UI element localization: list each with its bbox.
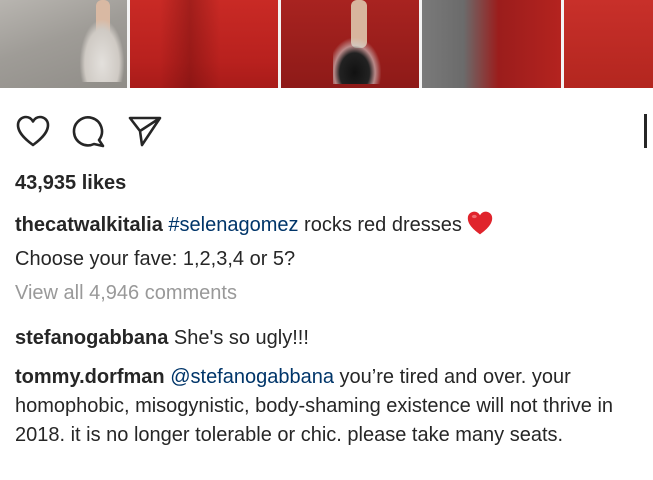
black-shoe-image xyxy=(333,38,381,84)
photo-panel-2 xyxy=(129,0,278,88)
comment-button[interactable] xyxy=(70,112,108,150)
photo-panel-1 xyxy=(0,0,127,88)
heart-outline-icon xyxy=(16,115,50,147)
comment-item: tommy.dorfman @stefanogabbana you’re tir… xyxy=(15,363,653,450)
comment-username[interactable]: tommy.dorfman xyxy=(15,366,165,388)
bookmark-icon xyxy=(644,114,647,148)
paper-plane-icon xyxy=(128,116,162,147)
comment-text: She's so ugly!!! xyxy=(168,327,309,349)
photo-panel-4 xyxy=(422,0,561,88)
comment-mention[interactable]: @stefanogabbana xyxy=(170,366,334,388)
comment-username[interactable]: stefanogabbana xyxy=(15,327,168,349)
save-button[interactable] xyxy=(633,112,647,150)
caption-username[interactable]: thecatwalkitalia xyxy=(15,214,163,236)
photo-panel-5 xyxy=(563,0,653,88)
silver-shoe-image xyxy=(80,20,124,82)
like-button[interactable] xyxy=(14,112,52,150)
view-all-comments-link[interactable]: View all 4,946 comments xyxy=(15,282,237,305)
photo-panel-3 xyxy=(281,0,420,88)
red-gown-image xyxy=(159,0,220,88)
caption-question: Choose your fave: 1,2,3,4 or 5? xyxy=(15,248,296,270)
comment-bubble-icon xyxy=(72,116,105,148)
post-photo-strip[interactable] xyxy=(0,0,653,88)
post-caption: thecatwalkitalia #selenagomez rocks red … xyxy=(15,210,635,274)
share-button[interactable] xyxy=(126,112,164,150)
comment-item: stefanogabbana She's so ugly!!! xyxy=(15,324,653,353)
caption-hashtag[interactable]: #selenagomez xyxy=(168,214,298,236)
caption-text: rocks red dresses xyxy=(298,214,462,236)
likes-count[interactable]: 43,935 likes xyxy=(15,172,126,195)
post-actions xyxy=(14,112,164,150)
red-heart-emoji xyxy=(466,210,494,245)
